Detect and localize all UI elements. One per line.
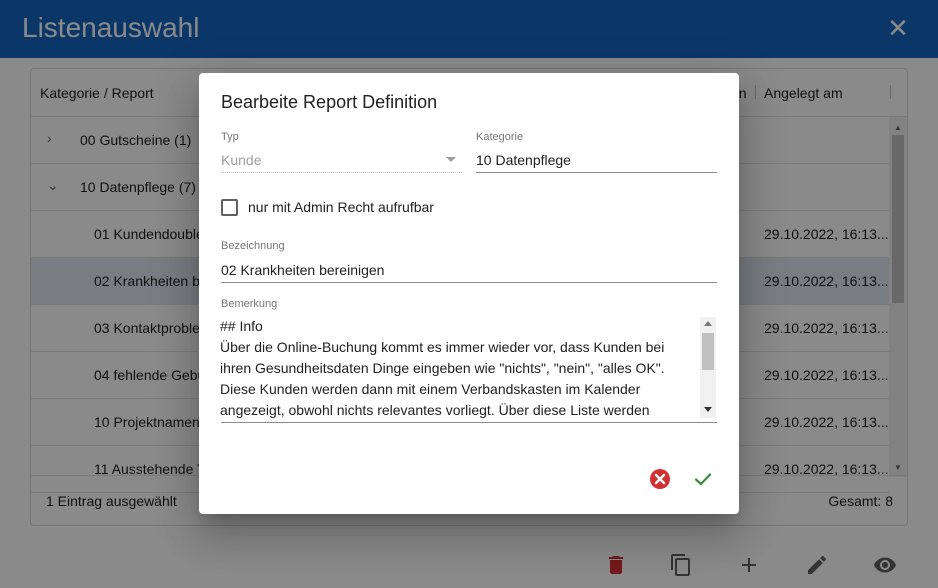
textarea-line: Diese Kunden werden dann mit einem Verba…: [220, 381, 641, 397]
scroll-down-icon[interactable]: [704, 407, 712, 412]
admin-checkbox-label[interactable]: nur mit Admin Recht aufrufbar: [248, 199, 434, 215]
textarea-scrollbar-thumb[interactable]: [702, 333, 714, 370]
scroll-up-icon[interactable]: [704, 321, 712, 326]
confirm-button[interactable]: [691, 467, 715, 491]
admin-checkbox[interactable]: [221, 199, 238, 216]
typ-select[interactable]: Kunde: [221, 152, 261, 168]
edit-report-dialog: Bearbeite Report Definition Typ Kunde Ka…: [199, 73, 739, 514]
bezeichnung-label: Bezeichnung: [221, 240, 285, 252]
chevron-down-icon: [446, 157, 456, 162]
bezeichnung-field[interactable]: 02 Krankheiten bereinigen: [221, 262, 384, 278]
typ-underline: [221, 172, 462, 173]
kategorie-field[interactable]: 10 Datenpflege: [476, 152, 571, 168]
bemerkung-underline: [221, 422, 717, 423]
textarea-line: ihren Gesundheitsdaten Dinge eingeben wi…: [220, 360, 665, 376]
bemerkung-label: Bemerkung: [221, 298, 278, 310]
typ-label: Typ: [221, 131, 239, 143]
textarea-line: Über die Online-Buchung kommt es immer w…: [220, 339, 665, 355]
check-icon: [694, 473, 712, 486]
kategorie-underline: [476, 172, 717, 173]
dialog-title: Bearbeite Report Definition: [221, 92, 438, 112]
kategorie-label: Kategorie: [476, 131, 524, 143]
bemerkung-textarea[interactable]: ## Info Über die Online-Buchung kommt es…: [220, 316, 716, 422]
textarea-line: angezeigt, obwohl nichts relevantes vorl…: [220, 402, 650, 418]
textarea-line: ## Info: [220, 318, 263, 334]
bezeichnung-underline: [221, 282, 717, 283]
cancel-circle-icon: [650, 469, 670, 489]
cancel-button[interactable]: [648, 467, 672, 491]
